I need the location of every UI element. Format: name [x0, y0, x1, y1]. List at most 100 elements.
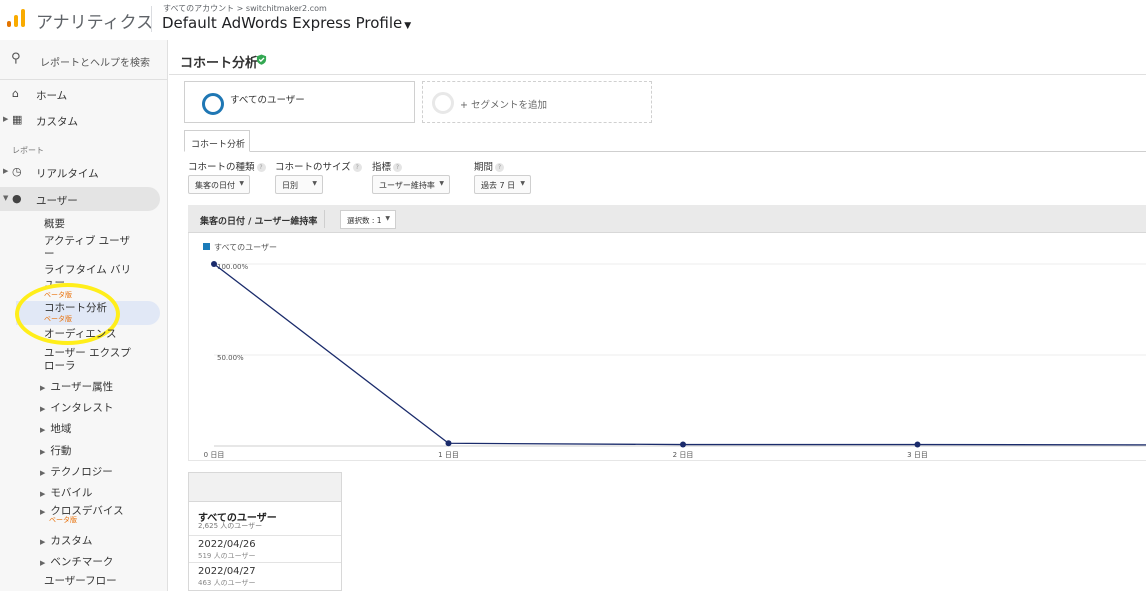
- sidebar-sub-behavior[interactable]: ▶ 行動: [40, 443, 71, 458]
- table-row[interactable]: 2022/04/26 519 人のユーザー: [189, 536, 341, 563]
- header-divider: [151, 6, 152, 32]
- control-label-period: 期間?: [474, 159, 505, 173]
- dropdown-period[interactable]: 過去 7 日 ▼: [474, 175, 531, 194]
- sidebar-item-users[interactable]: ▼ ● ユーザー: [0, 187, 160, 211]
- section-label-reports: レポート: [12, 146, 44, 155]
- sidebar-item-home[interactable]: ⌂ ホーム: [0, 82, 168, 106]
- x-tick-label: 0 日目: [204, 451, 225, 459]
- data-point: [914, 441, 921, 448]
- retention-chart: 100.00%50.00%すべてのユーザー0 日目1 日目2 日目3 日目4: [188, 233, 1146, 461]
- chevron-right-icon: ▶: [3, 115, 9, 123]
- sidebar-sub-active-users[interactable]: アクティブ ユーザー: [44, 235, 136, 261]
- sidebar-sub-demographics[interactable]: ▶ ユーザー属性: [40, 379, 113, 394]
- sidebar-sub-user-explorer[interactable]: ユーザー エクスプローラ: [44, 347, 136, 373]
- sidebar-item-custom[interactable]: ▶ ▦ カスタム: [0, 108, 168, 132]
- chevron-right-icon: ▶: [40, 448, 46, 456]
- dropdown-cohort-type[interactable]: 集客の日付 ▼: [188, 175, 250, 194]
- x-tick-label: 3 日目: [907, 451, 928, 459]
- data-point: [211, 261, 217, 267]
- dropdown-cohort-size[interactable]: 日別 ▼: [275, 175, 323, 194]
- help-icon[interactable]: ?: [256, 163, 266, 172]
- table-header: [189, 473, 341, 502]
- sidebar-sub-custom[interactable]: ▶ カスタム: [40, 533, 92, 548]
- account-breadcrumb[interactable]: すべてのアカウント > switchitmaker2.com: [163, 3, 327, 14]
- caret-down-icon: ▼: [239, 180, 244, 187]
- series-line: [213, 263, 1146, 446]
- search-icon: ⚲: [11, 51, 21, 66]
- person-icon: ●: [12, 192, 22, 205]
- analytics-logo-icon[interactable]: [6, 8, 26, 28]
- help-icon[interactable]: ?: [352, 163, 362, 172]
- verified-shield-icon: [256, 54, 267, 65]
- sidebar-sub-technology[interactable]: ▶ テクノロジー: [40, 464, 113, 479]
- chevron-right-icon: ▶: [40, 538, 46, 546]
- sidebar-sub-overview[interactable]: 概要: [44, 218, 136, 231]
- segment-card-all-users[interactable]: すべてのユーザー: [184, 81, 415, 123]
- sidebar-sub-benchmark[interactable]: ▶ ベンチマーク: [40, 554, 113, 569]
- help-icon[interactable]: ?: [393, 163, 403, 172]
- control-label-metric: 指標?: [372, 159, 403, 173]
- caret-down-icon: ▼: [385, 215, 390, 222]
- sidebar-sub-audience[interactable]: オーディエンス: [44, 328, 136, 341]
- chart-header-title: 集客の日付 / ユーザー維持率: [200, 217, 318, 227]
- page-header: コホート分析: [169, 40, 1146, 75]
- table-row-date: 2022/04/27: [198, 566, 256, 577]
- sidebar-sub-user-flow[interactable]: ユーザーフロー: [44, 575, 136, 588]
- chevron-right-icon: ▶: [40, 490, 46, 498]
- chevron-right-icon: ▶: [3, 167, 9, 175]
- top-header: アナリティクス すべてのアカウント > switchitmaker2.com D…: [0, 0, 1146, 40]
- chevron-right-icon: ▶: [40, 559, 46, 567]
- home-icon: ⌂: [12, 87, 19, 100]
- chevron-down-icon: ▼: [3, 194, 9, 202]
- x-tick-label: 1 日目: [438, 451, 459, 459]
- chevron-right-icon: ▶: [40, 426, 46, 434]
- add-segment-button[interactable]: + セグメントを追加: [422, 81, 652, 123]
- sidebar-sub-interests[interactable]: ▶ インタレスト: [40, 400, 113, 415]
- page-title: コホート分析: [180, 56, 259, 71]
- cohort-table: すべてのユーザー 2,625 人のユーザー 2022/04/26 519 人のユ…: [188, 472, 342, 591]
- segment-ring-icon: [202, 93, 224, 115]
- caret-down-icon: ▼: [439, 180, 444, 187]
- sidebar-sub-geo[interactable]: ▶ 地域: [40, 421, 71, 436]
- selection-dropdown[interactable]: 選択数 : 1 ▼: [340, 210, 396, 229]
- retention-chart-svg: 100.00%50.00%すべてのユーザー0 日目1 日目2 日目3 日目4: [203, 243, 1146, 459]
- app-title: アナリティクス: [36, 13, 154, 33]
- table-row-users: 519 人のユーザー: [198, 552, 256, 560]
- chevron-right-icon: ▶: [40, 384, 46, 392]
- help-icon[interactable]: ?: [495, 163, 505, 172]
- caret-down-icon: ▼: [520, 180, 525, 187]
- tab-divider: [184, 151, 1146, 152]
- table-segment-users: 2,625 人のユーザー: [198, 522, 263, 530]
- table-row-date: 2022/04/26: [198, 539, 256, 550]
- chevron-right-icon: ▶: [40, 508, 46, 516]
- caret-down-icon: ▼: [404, 21, 412, 31]
- control-label-cohort-size: コホートのサイズ?: [275, 159, 362, 173]
- profile-name: Default AdWords Express Profile: [162, 14, 403, 32]
- search-input[interactable]: レポートとヘルプを検索: [40, 54, 150, 69]
- table-row[interactable]: 2022/04/27 463 人のユーザー: [189, 563, 341, 590]
- chart-header-bar: 集客の日付 / ユーザー維持率 選択数 : 1 ▼: [188, 205, 1146, 233]
- sidebar-item-realtime[interactable]: ▶ ◷ リアルタイム: [0, 160, 168, 184]
- sidebar-search[interactable]: ⚲ レポートとヘルプを検索: [0, 40, 168, 80]
- sidebar: ⚲ レポートとヘルプを検索 ⌂ ホーム ▶ ▦ カスタム レポート ▶ ◷ リア…: [0, 40, 168, 591]
- data-point: [445, 440, 452, 447]
- legend-label: すべてのユーザー: [214, 243, 277, 252]
- main-content: コホート分析 すべてのユーザー + セグメントを追加 コホート分析 コホートの種…: [169, 40, 1146, 591]
- tab-cohort[interactable]: コホート分析: [184, 130, 250, 152]
- beta-badge: ベータ版: [49, 516, 77, 524]
- chart-header-divider: [324, 210, 325, 228]
- chevron-right-icon: ▶: [40, 469, 46, 477]
- y-tick-label: 50.00%: [217, 354, 244, 362]
- legend-swatch: [203, 243, 210, 250]
- x-tick-label: 2 日目: [673, 451, 694, 459]
- control-label-cohort-type: コホートの種類?: [188, 159, 266, 173]
- data-point: [680, 441, 686, 448]
- table-row-segment: すべてのユーザー 2,625 人のユーザー: [189, 502, 341, 536]
- analytics-app: アナリティクス すべてのアカウント > switchitmaker2.com D…: [0, 0, 1146, 591]
- dashboard-icon: ▦: [12, 113, 23, 126]
- chevron-right-icon: ▶: [40, 405, 46, 413]
- segment-label: すべてのユーザー: [230, 95, 305, 106]
- sidebar-sub-mobile[interactable]: ▶ モバイル: [40, 485, 92, 500]
- dropdown-metric[interactable]: ユーザー維持率 ▼: [372, 175, 450, 194]
- profile-selector[interactable]: Default AdWords Express Profile ▼: [162, 14, 411, 32]
